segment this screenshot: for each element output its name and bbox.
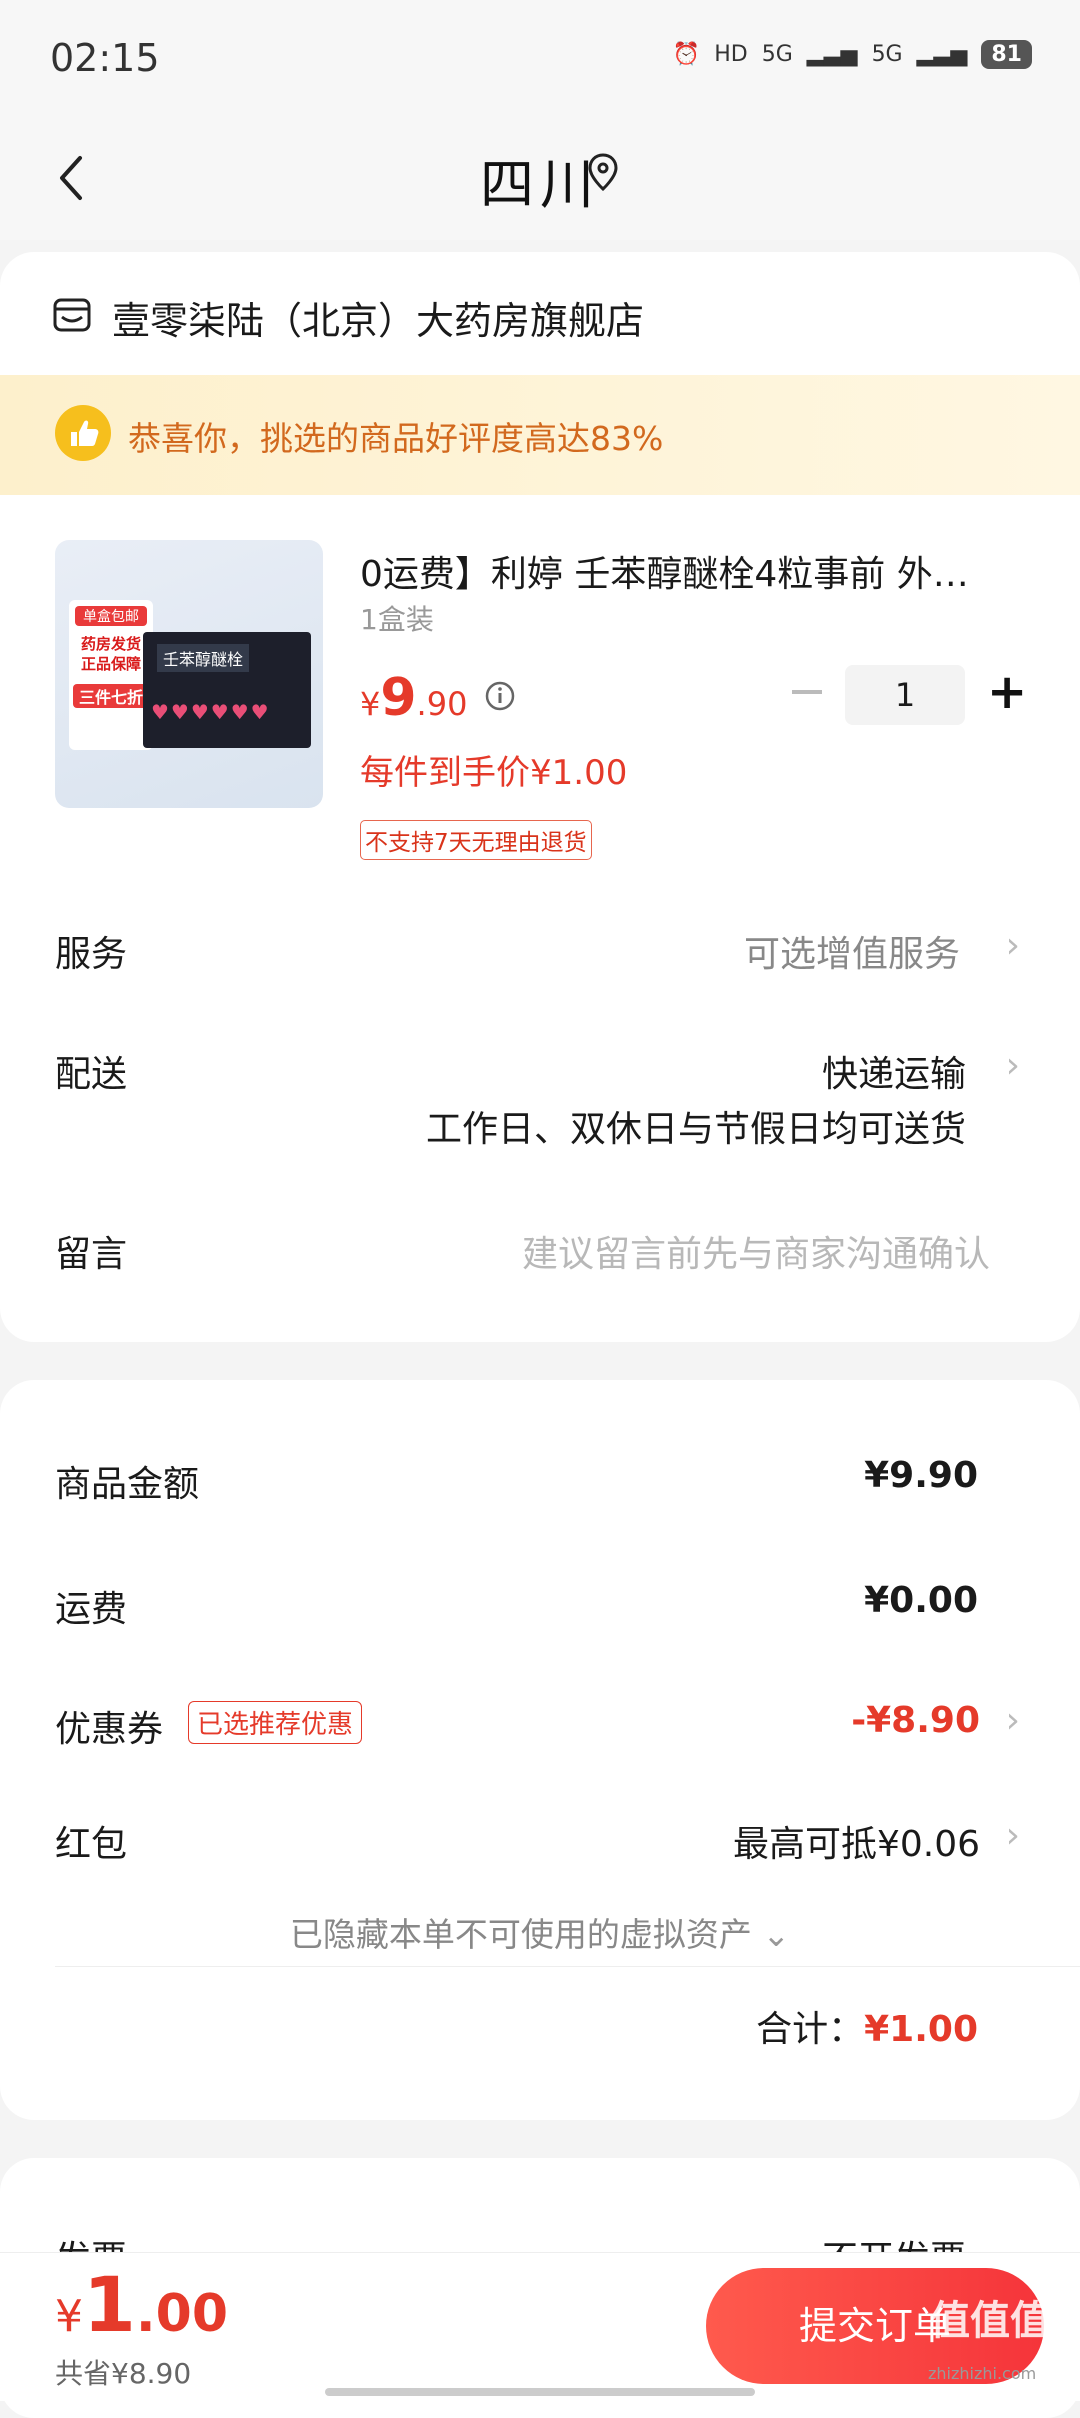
price-decimal: .90 xyxy=(416,685,468,723)
divider xyxy=(55,1966,1080,1967)
bottom-price-decimal: .00 xyxy=(135,2284,229,2344)
chevron-right-icon[interactable]: › xyxy=(1006,925,1020,966)
hd-indicator: HD xyxy=(714,42,748,67)
total-label: 合计： xyxy=(756,2009,865,2050)
store-icon xyxy=(53,298,91,332)
signal-5g-2: 5G xyxy=(871,42,903,67)
product-price: ¥9.90 xyxy=(360,668,467,728)
product-package: 壬苯醇醚栓 ♥♥♥♥♥♥ xyxy=(143,632,311,748)
price-currency: ¥ xyxy=(360,685,381,723)
heart-pattern-icon: ♥♥♥♥♥♥ xyxy=(151,700,271,724)
coupon-value[interactable]: -¥8.90 xyxy=(851,1700,980,1741)
info-icon[interactable] xyxy=(484,680,516,712)
product-promo-strip: 单盒包邮 药房发货 正品保障 三件七折 xyxy=(69,600,153,750)
thumbs-up-icon xyxy=(55,405,111,461)
signal-bars-icon: ▂▃▅ xyxy=(806,42,858,67)
quantity-increase-button[interactable]: + xyxy=(987,664,1027,720)
hidden-assets-toggle[interactable]: 已隐藏本单不可使用的虚拟资产 ⌄ xyxy=(0,1908,1080,1956)
message-label: 留言 xyxy=(55,1234,128,1275)
promo-tag-guarantee: 药房发货 正品保障 xyxy=(80,635,141,673)
bottom-price-currency: ¥ xyxy=(55,2291,83,2342)
chevron-right-icon[interactable]: › xyxy=(1006,1045,1020,1086)
service-label: 服务 xyxy=(55,934,128,975)
coupon-tag: 已选推荐优惠 xyxy=(188,1701,363,1744)
red-packet-label: 红包 xyxy=(55,1824,128,1865)
promo-tag-discount: 三件七折 xyxy=(73,684,149,708)
watermark-url: zhizhizhi.com xyxy=(928,2364,1037,2383)
coupon-label: 优惠券 xyxy=(55,1709,164,1750)
product-spec[interactable]: 1盒装 xyxy=(360,598,434,638)
price-integer: 9 xyxy=(380,668,417,728)
signal-5g-1: 5G xyxy=(761,42,793,67)
delivery-note: 工作日、双休日与节假日均可送货 xyxy=(425,1109,966,1150)
saved-amount: 共省¥8.90 xyxy=(55,2357,192,2390)
product-package-label: 壬苯醇醚栓 xyxy=(157,644,250,672)
bottom-total-price: ¥1.00 xyxy=(55,2260,228,2349)
watermark: 值值值 xyxy=(930,2298,1050,2344)
chevron-right-icon[interactable]: › xyxy=(1006,1815,1020,1856)
service-value[interactable]: 可选增值服务 xyxy=(744,925,960,977)
alarm-icon: ⏰ xyxy=(672,42,701,67)
page-title[interactable]: 四川 xyxy=(0,140,1080,219)
rating-banner-text: 恭喜你，挑选的商品好评度高达83% xyxy=(128,419,664,458)
goods-amount-value: ¥9.90 xyxy=(864,1455,978,1496)
shipping-value: ¥0.00 xyxy=(864,1580,978,1621)
hidden-assets-text: 已隐藏本单不可使用的虚拟资产 xyxy=(289,1915,752,1954)
total-value: ¥1.00 xyxy=(864,2009,978,2050)
signal-bars-icon: ▂▃▅ xyxy=(916,42,968,67)
location-pin-icon[interactable] xyxy=(586,152,620,192)
status-icons: ⏰ HD 5G ▂▃▅ 5G ▂▃▅ 81 xyxy=(673,40,1032,69)
shipping-label: 运费 xyxy=(55,1589,128,1630)
chevron-right-icon[interactable]: › xyxy=(1006,1700,1020,1741)
quantity-decrease-button[interactable] xyxy=(792,690,822,694)
goods-amount-label: 商品金额 xyxy=(55,1464,200,1505)
quantity-input[interactable]: 1 xyxy=(845,665,965,725)
message-input[interactable]: 建议留言前先与商家沟通确认 xyxy=(522,1225,990,1277)
return-policy-tag: 不支持7天无理由退货 xyxy=(360,820,592,860)
battery-indicator: 81 xyxy=(981,40,1032,69)
delivery-value[interactable]: 快递运输 xyxy=(822,1045,966,1097)
status-time: 02:15 xyxy=(50,36,160,80)
red-packet-value[interactable]: 最高可抵¥0.06 xyxy=(733,1815,980,1867)
total-row: 合计：¥1.00 xyxy=(756,2000,978,2052)
bottom-price-integer: 1 xyxy=(83,2260,136,2349)
product-name[interactable]: 0运费】利婷 壬苯醇醚栓4粒事前 外… xyxy=(360,545,1020,597)
per-item-price: 每件到手价¥1.00 xyxy=(360,753,628,793)
promo-tag-free-shipping: 单盒包邮 xyxy=(75,606,147,626)
product-image[interactable]: 单盒包邮 药房发货 正品保障 三件七折 壬苯醇醚栓 ♥♥♥♥♥♥ xyxy=(55,540,323,808)
store-name[interactable]: 壹零柒陆（北京）大药房旗舰店 xyxy=(112,290,644,345)
home-indicator[interactable] xyxy=(325,2388,755,2396)
chevron-down-icon: ⌄ xyxy=(762,1915,791,1954)
delivery-label: 配送 xyxy=(55,1054,128,1095)
